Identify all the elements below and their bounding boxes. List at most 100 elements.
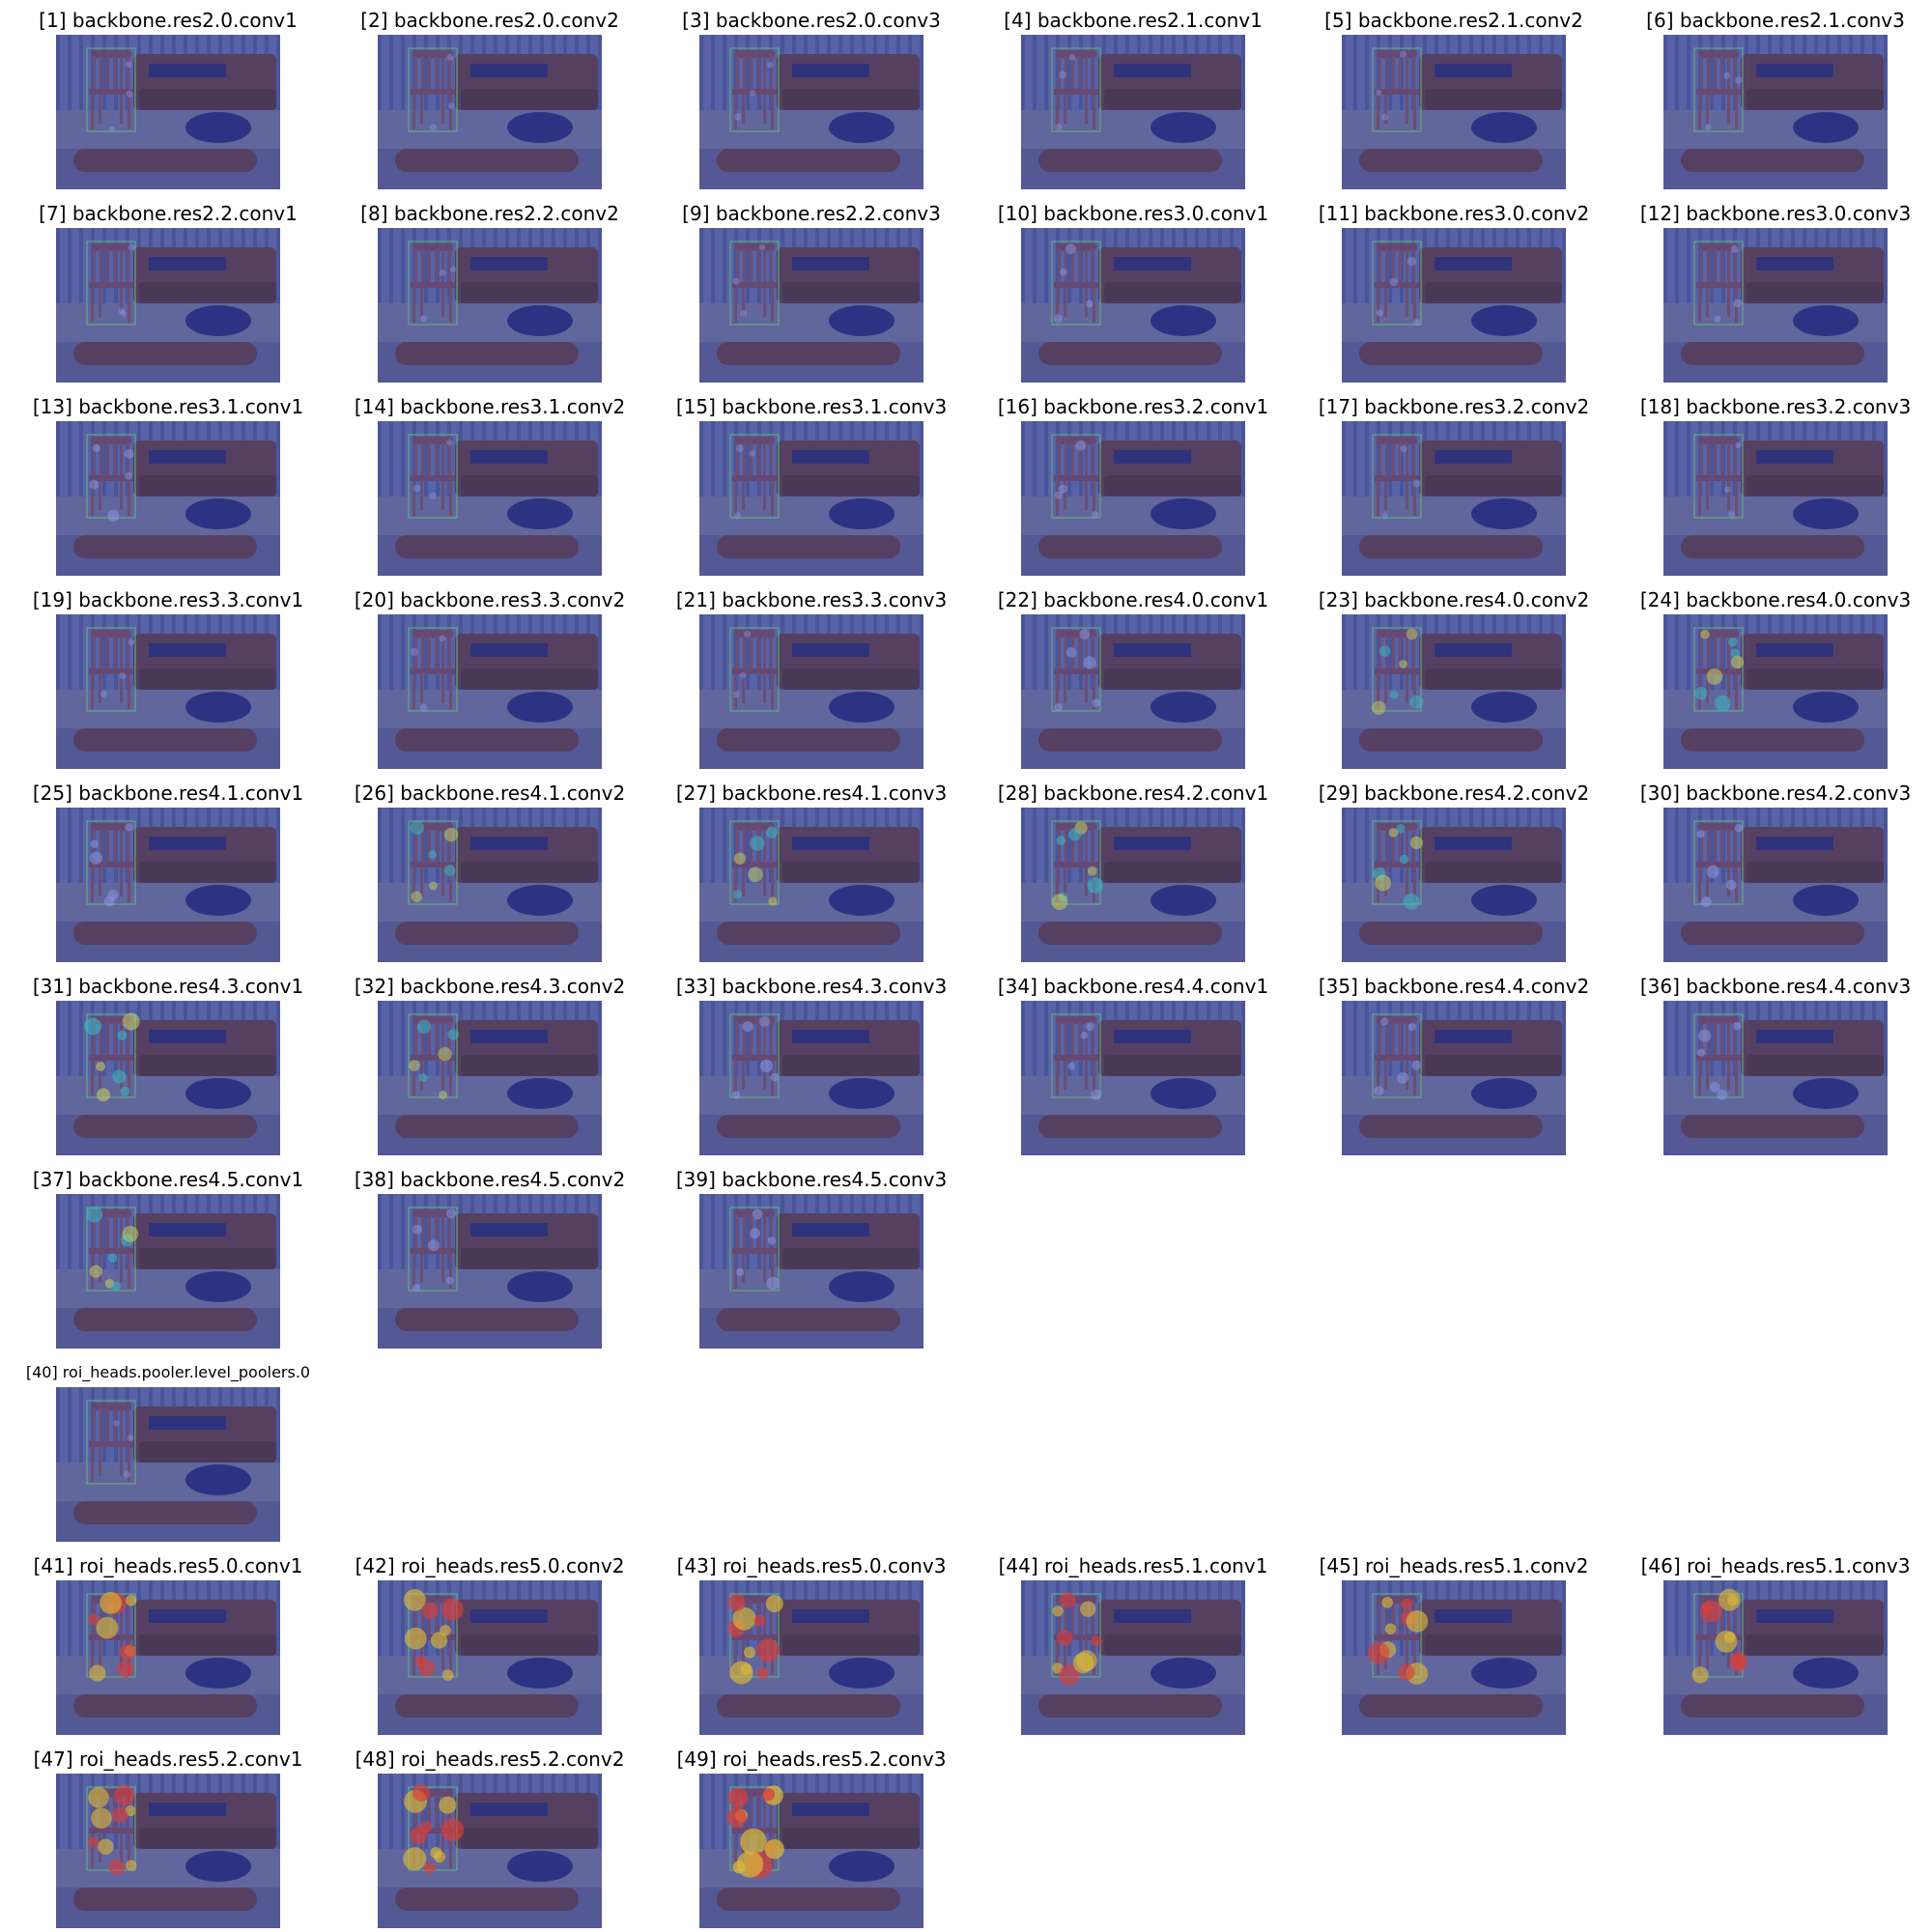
scene-svg [1342, 421, 1566, 576]
panel-title: [47] roi_heads.res5.2.conv1 [33, 1747, 303, 1771]
panel-title: [33] backbone.res4.3.conv3 [675, 975, 948, 998]
feature-map-grid: [1] backbone.res2.0.conv1 [2] backbone.re… [0, 0, 1932, 1932]
activation-panel: [22] backbone.res4.0.conv1 [973, 587, 1293, 771]
colormap-overlay [56, 1001, 280, 1155]
colormap-overlay [699, 1774, 923, 1928]
activation-overlay-image [1021, 808, 1245, 962]
scene-svg [378, 228, 602, 383]
activation-overlay-image [1021, 421, 1245, 576]
colormap-overlay [1021, 1001, 1245, 1155]
scene-svg [1663, 421, 1888, 576]
panel-title: [44] roi_heads.res5.1.conv1 [998, 1554, 1268, 1577]
colormap-overlay [1021, 228, 1245, 383]
panel-title: [18] backbone.res3.2.conv3 [1639, 395, 1912, 418]
panel-title: [46] roi_heads.res5.1.conv3 [1640, 1554, 1911, 1577]
activation-overlay-image [1663, 1001, 1888, 1155]
colormap-overlay [378, 1001, 602, 1155]
activation-overlay-image [699, 1194, 923, 1349]
scene-svg [56, 228, 280, 383]
scene-svg [378, 35, 602, 189]
activation-panel: [29] backbone.res4.2.conv2 [1293, 781, 1614, 964]
panel-title: [26] backbone.res4.1.conv2 [354, 781, 626, 805]
scene-svg [378, 421, 602, 576]
colormap-overlay [1342, 614, 1566, 769]
scene-svg [378, 1774, 602, 1928]
panel-title: [39] backbone.res4.5.conv3 [675, 1168, 948, 1191]
panel-title: [28] backbone.res4.2.conv1 [997, 781, 1269, 805]
activation-overlay-image [56, 421, 280, 576]
activation-panel: [35] backbone.res4.4.conv2 [1293, 974, 1614, 1157]
colormap-overlay [378, 35, 602, 189]
panel-title: [7] backbone.res2.2.conv1 [39, 202, 298, 225]
scene-svg [699, 1194, 923, 1349]
activation-panel: [36] backbone.res4.4.conv3 [1615, 974, 1932, 1157]
colormap-overlay [699, 421, 923, 576]
activation-panel: [46] roi_heads.res5.1.conv3 [1615, 1553, 1932, 1737]
panel-title: [23] backbone.res4.0.conv2 [1318, 588, 1590, 611]
scene-svg [1342, 1580, 1566, 1735]
activation-overlay-image [699, 1774, 923, 1928]
colormap-overlay [56, 1194, 280, 1349]
colormap-overlay [378, 808, 602, 962]
colormap-overlay [1342, 228, 1566, 383]
activation-overlay-image [56, 1774, 280, 1928]
scene-svg [699, 1001, 923, 1155]
scene-svg [1663, 614, 1888, 769]
activation-panel: [49] roi_heads.res5.2.conv3 [651, 1747, 972, 1930]
colormap-overlay [1021, 35, 1245, 189]
colormap-overlay [1342, 1001, 1566, 1155]
scene-svg [1663, 1580, 1888, 1735]
activation-panel: [31] backbone.res4.3.conv1 [8, 974, 328, 1157]
scene-svg [56, 1387, 280, 1542]
activation-overlay-image [699, 228, 923, 383]
activation-overlay-image [1021, 614, 1245, 769]
activation-panel: [7] backbone.res2.2.conv1 [8, 201, 328, 384]
panel-title: [41] roi_heads.res5.0.conv1 [33, 1554, 303, 1577]
activation-panel: [17] backbone.res3.2.conv2 [1293, 394, 1614, 578]
activation-panel: [14] backbone.res3.1.conv2 [329, 394, 650, 578]
colormap-overlay [56, 614, 280, 769]
scene-svg [1342, 1001, 1566, 1155]
panel-title: [1] backbone.res2.0.conv1 [39, 9, 298, 32]
activation-overlay-image [1342, 614, 1566, 769]
scene-svg [699, 228, 923, 383]
scene-svg [1021, 614, 1245, 769]
scene-svg [56, 1774, 280, 1928]
panel-title: [21] backbone.res3.3.conv3 [675, 588, 948, 611]
scene-svg [1663, 808, 1888, 962]
activation-overlay-image [378, 228, 602, 383]
colormap-overlay [1663, 614, 1888, 769]
panel-title: [32] backbone.res4.3.conv2 [354, 975, 626, 998]
activation-panel: [9] backbone.res2.2.conv3 [651, 201, 972, 384]
scene-svg [1021, 808, 1245, 962]
activation-panel: [4] backbone.res2.1.conv1 [973, 8, 1293, 191]
activation-overlay-image [378, 808, 602, 962]
activation-overlay-image [699, 614, 923, 769]
colormap-overlay [378, 421, 602, 576]
activation-overlay-image [699, 1001, 923, 1155]
activation-panel: [42] roi_heads.res5.0.conv2 [329, 1553, 650, 1737]
colormap-overlay [56, 1387, 280, 1542]
activation-overlay-image [1663, 421, 1888, 576]
panel-title: [11] backbone.res3.0.conv2 [1318, 202, 1590, 225]
activation-panel: [47] roi_heads.res5.2.conv1 [8, 1747, 328, 1930]
colormap-overlay [378, 228, 602, 383]
scene-svg [56, 1580, 280, 1735]
activation-overlay-image [56, 35, 280, 189]
colormap-overlay [378, 1774, 602, 1928]
activation-panel: [25] backbone.res4.1.conv1 [8, 781, 328, 964]
colormap-overlay [1663, 228, 1888, 383]
activation-overlay-image [56, 1194, 280, 1349]
activation-overlay-image [699, 421, 923, 576]
panel-title: [22] backbone.res4.0.conv1 [997, 588, 1269, 611]
activation-overlay-image [1663, 35, 1888, 189]
colormap-overlay [378, 614, 602, 769]
activation-overlay-image [1342, 421, 1566, 576]
activation-panel: [1] backbone.res2.0.conv1 [8, 8, 328, 191]
scene-svg [1021, 1001, 1245, 1155]
activation-overlay-image [1663, 1580, 1888, 1735]
colormap-overlay [378, 1194, 602, 1349]
activation-overlay-image [56, 614, 280, 769]
scene-svg [56, 1194, 280, 1349]
colormap-overlay [56, 1774, 280, 1928]
